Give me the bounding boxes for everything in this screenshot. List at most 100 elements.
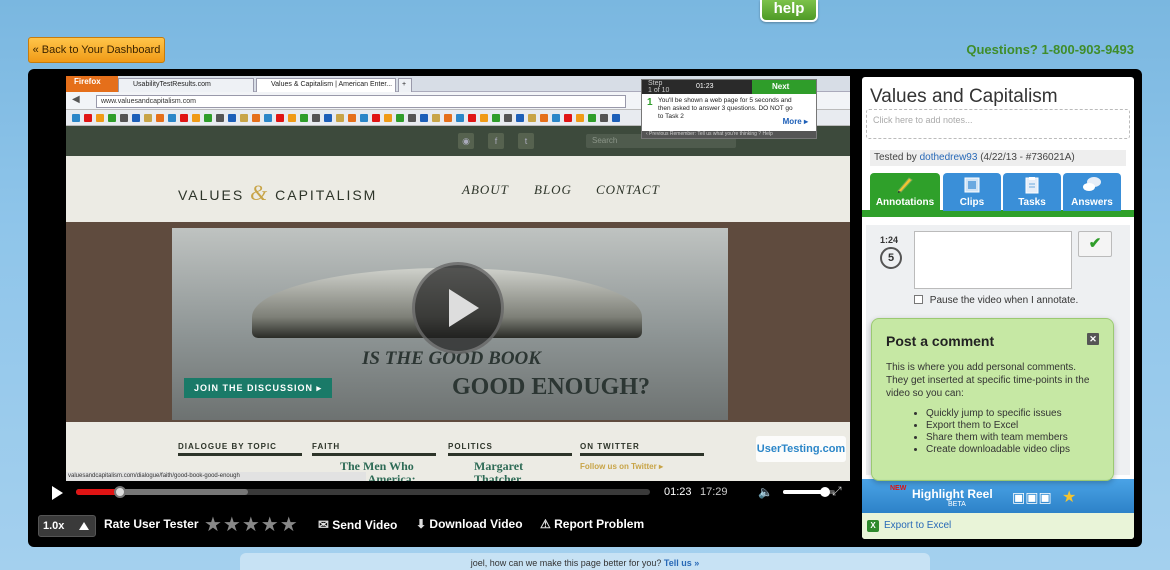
fullscreen-icon[interactable]: ⤢ <box>832 484 842 499</box>
bookmark-favicon-icon <box>156 114 164 122</box>
replay-5-icon[interactable]: 5 <box>880 247 902 269</box>
seek-handle[interactable] <box>114 486 127 498</box>
task-number: 1 <box>647 97 653 108</box>
hero-headline-2: GOOD ENOUGH? <box>452 374 651 400</box>
playback-speed-button[interactable]: 1.0x <box>38 515 96 537</box>
pencil-icon <box>897 177 913 193</box>
bookmark-favicon-icon <box>540 114 548 122</box>
export-to-excel-link[interactable]: X Export to Excel <box>862 513 1134 539</box>
browser-status-url: valuesandcapitalism.com/dialogue/faith/g… <box>66 472 366 481</box>
twitter-follow-link: Follow us on Twitter ▸ <box>580 462 663 471</box>
list-item: Share them with team members <box>926 432 1099 444</box>
site-logo: VALUES & CAPITALISM <box>178 180 377 206</box>
annotation-input[interactable] <box>914 231 1072 289</box>
bookmark-favicon-icon <box>252 114 260 122</box>
highlight-reel-title: Highlight Reel <box>912 487 993 501</box>
total-time: 17:29 <box>700 486 728 498</box>
bookmark-favicon-icon <box>552 114 560 122</box>
send-video-button[interactable]: ✉ Send Video <box>318 517 397 533</box>
browser-tab-active: Values & Capitalism | American Enter... <box>256 78 396 92</box>
highlight-reel-banner[interactable]: NEW Highlight Reel BETA ▣▣▣ ★ <box>862 479 1134 513</box>
bookmark-favicon-icon <box>276 114 284 122</box>
panel-tabs: Annotations Clips Tasks Answers <box>862 173 1134 217</box>
browser-tab: UsabilityTestResults.com <box>118 78 254 92</box>
bookmark-favicon-icon <box>144 114 152 122</box>
task-next-button: Next <box>752 80 816 94</box>
submit-annotation-button[interactable]: ✔ <box>1078 231 1112 257</box>
join-discussion-button: JOIN THE DISCUSSION ▸ <box>184 378 332 398</box>
seek-bar[interactable] <box>76 486 650 498</box>
bookmark-favicon-icon <box>384 114 392 122</box>
speech-bubbles-icon <box>1083 177 1101 191</box>
list-item: Export them to Excel <box>926 420 1099 432</box>
send-video-label: Send Video <box>332 518 398 532</box>
bookmark-favicon-icon <box>264 114 272 122</box>
test-title: Values and Capitalism <box>870 86 1058 107</box>
firefox-menu-button: Firefox <box>66 76 118 92</box>
tested-by-label: Tested by <box>874 152 917 163</box>
logo-text-left: VALUES <box>178 187 245 203</box>
bookmark-favicon-icon <box>504 114 512 122</box>
bookmark-favicon-icon <box>372 114 380 122</box>
support-phone: Questions? 1-800-903-9493 <box>966 42 1134 57</box>
tab-clips[interactable]: Clips <box>943 173 1001 211</box>
annotation-time: 1:24 <box>880 235 899 245</box>
bookmark-favicon-icon <box>204 114 212 122</box>
bookmark-favicon-icon <box>360 114 368 122</box>
bookmark-favicon-icon <box>516 114 524 122</box>
download-video-label: Download Video <box>429 517 523 531</box>
bookmark-favicon-icon <box>480 114 488 122</box>
play-overlay-icon[interactable] <box>412 262 504 354</box>
column-heading: ON TWITTER <box>580 442 704 456</box>
task-timer: 01:23 <box>696 83 714 90</box>
bookmark-favicon-icon <box>600 114 608 122</box>
volume-handle[interactable] <box>819 487 830 497</box>
back-arrow-icon: ◀ <box>72 94 80 105</box>
task-widget-footer: ‹ Previous Remember: Tell us what you're… <box>642 131 816 138</box>
task-instructions: You'll be shown a web page for 5 seconds… <box>658 97 793 120</box>
task-widget: Step 1 of 10 01:23 Next 1 You'll be show… <box>641 79 817 139</box>
tab-label: Annotations <box>875 197 935 208</box>
back-to-dashboard-button[interactable]: « Back to Your Dashboard <box>28 37 165 63</box>
logo-ampersand: & <box>250 180 270 205</box>
column-heading: POLITICS <box>448 442 572 456</box>
popup-close-icon[interactable]: ✕ <box>1087 333 1099 345</box>
download-icon: ⬇ <box>416 517 427 531</box>
bookmark-favicon-icon <box>408 114 416 122</box>
notes-field[interactable]: Click here to add notes... <box>866 109 1130 139</box>
tab-answers[interactable]: Answers <box>1063 173 1121 211</box>
feedback-link[interactable]: Tell us » <box>664 558 699 568</box>
volume-slider[interactable] <box>783 487 835 497</box>
bookmark-favicon-icon <box>192 114 200 122</box>
twitter-icon: t <box>518 133 534 149</box>
site-nav-contact: CONTACT <box>596 182 660 197</box>
site-nav-blog: BLOG <box>534 182 572 197</box>
bookmark-favicon-icon <box>468 114 476 122</box>
player-controls: 01:23 17:29 🔈 ⤢ 1.0x Rate User Tester ★★… <box>28 481 862 547</box>
bookmark-favicon-icon <box>288 114 296 122</box>
tab-tasks[interactable]: Tasks <box>1003 173 1061 211</box>
bookmark-favicon-icon <box>132 114 140 122</box>
bookmark-favicon-icon <box>576 114 584 122</box>
tester-link[interactable]: dothedrew93 <box>920 152 978 163</box>
download-video-button[interactable]: ⬇ Download Video <box>416 517 523 531</box>
warning-icon: ⚠ <box>540 517 551 531</box>
site-nav-about: ABOUT <box>462 182 509 197</box>
bookmark-favicon-icon <box>96 114 104 122</box>
rating-stars[interactable]: ★★★★★ <box>204 512 299 537</box>
step-count: 1 of 10 <box>648 87 670 94</box>
tab-annotations[interactable]: Annotations <box>870 173 940 211</box>
video-frame[interactable]: Firefox UsabilityTestResults.com Values … <box>66 76 850 481</box>
task-more-link: More ▸ <box>782 117 808 126</box>
help-tab[interactable]: help <box>760 0 818 22</box>
volume-icon[interactable]: 🔈 <box>758 485 773 499</box>
export-label: Export to Excel <box>884 520 952 531</box>
bookmark-favicon-icon <box>300 114 308 122</box>
list-item: Create downloadable video clips <box>926 444 1099 456</box>
excel-icon: X <box>867 520 879 532</box>
report-problem-button[interactable]: ⚠ Report Problem <box>540 517 644 531</box>
pause-on-annotate-toggle[interactable]: Pause the video when I annotate. <box>914 295 1078 306</box>
feedback-bar: joel, how can we make this page better f… <box>240 553 930 570</box>
pause-checkbox[interactable] <box>914 295 923 304</box>
play-icon[interactable] <box>52 486 63 500</box>
